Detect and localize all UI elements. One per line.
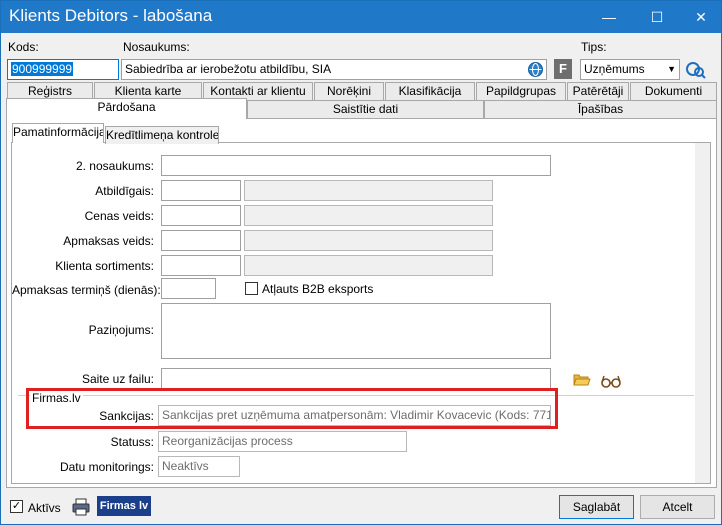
- globe-icon[interactable]: [528, 62, 543, 77]
- apmaksas-veids-name-field: [244, 230, 493, 251]
- nosaukums-input[interactable]: Sabiedrība ar ierobežotu atbildību, SIA: [121, 59, 547, 80]
- saite-input[interactable]: [161, 368, 551, 389]
- kods-label: Kods:: [8, 40, 39, 54]
- tab-pateretaji[interactable]: Patērētāji: [567, 82, 629, 100]
- tips-label: Tips:: [581, 40, 607, 54]
- klienta-sortiments-code-input[interactable]: [161, 255, 241, 276]
- subtab-content-panel: 2. nosaukums: Atbildīgais: Cenas veids: …: [11, 142, 711, 484]
- subtab-pamatinformacija[interactable]: Pamatinformācija: [12, 123, 104, 143]
- vertical-scrollbar[interactable]: [695, 143, 710, 483]
- save-button[interactable]: Saglabāt: [559, 495, 634, 519]
- dialog-window: Klients Debitors - labošana — ☐ ✕ Kods: …: [0, 0, 722, 525]
- atbildigais-code-input[interactable]: [161, 180, 241, 201]
- maximize-button[interactable]: ☐: [637, 1, 677, 33]
- tab-pardosana[interactable]: Pārdošana: [6, 98, 247, 119]
- tab-norekini[interactable]: Norēķini: [314, 82, 384, 100]
- tab-saistitie-dati[interactable]: Saistītie dati: [247, 100, 484, 118]
- klienta-sortiments-name-field: [244, 255, 493, 276]
- monitorings-field: Neaktīvs: [158, 456, 240, 477]
- firmas-lv-button[interactable]: Firmas lv: [97, 496, 151, 516]
- atbildigais-name-field: [244, 180, 493, 201]
- statuss-label: Statuss:: [110, 435, 154, 449]
- cancel-button[interactable]: Atcelt: [640, 495, 715, 519]
- pazinojums-textarea[interactable]: [161, 303, 551, 359]
- pazinojums-label: Paziņojums:: [88, 323, 154, 337]
- apmaksas-veids-code-input[interactable]: [161, 230, 241, 251]
- nosaukums-label: Nosaukums:: [123, 40, 190, 54]
- nosaukums-value: Sabiedrība ar ierobežotu atbildību, SIA: [125, 62, 332, 76]
- nosaukums2-label: 2. nosaukums:: [75, 159, 154, 173]
- close-button[interactable]: ✕: [681, 1, 721, 33]
- klienta-sortiments-label: Klienta sortiments:: [55, 259, 154, 273]
- nosaukums2-input[interactable]: [161, 155, 551, 176]
- apmaksas-veids-label: Apmaksas veids:: [63, 234, 154, 248]
- search-user-icon[interactable]: [685, 61, 707, 79]
- title-bar[interactable]: Klients Debitors - labošana — ☐ ✕: [1, 1, 721, 33]
- aktivs-checkbox[interactable]: ✓: [10, 500, 23, 513]
- b2b-export-checkbox[interactable]: [245, 282, 258, 295]
- cenas-veids-label: Cenas veids:: [84, 209, 154, 223]
- tab-klasifikacija[interactable]: Klasifikācija: [385, 82, 475, 100]
- kods-value: 900999999: [11, 62, 74, 76]
- kods-input[interactable]: 900999999: [7, 59, 119, 80]
- cenas-veids-name-field: [244, 205, 493, 226]
- tab-ipasibas[interactable]: Īpašības: [484, 100, 717, 118]
- monitorings-label: Datu monitorings:: [59, 460, 154, 474]
- apmaksas-termins-label: Apmaksas termiņš (dienās):: [12, 283, 161, 297]
- tips-value: Uzņēmums: [584, 62, 645, 76]
- window-title: Klients Debitors - labošana: [9, 6, 213, 25]
- minimize-button[interactable]: —: [589, 1, 629, 33]
- saite-label: Saite uz failu:: [81, 372, 154, 386]
- monitorings-value: Neaktīvs: [162, 459, 209, 473]
- f-button[interactable]: F: [554, 59, 572, 79]
- view-glasses-icon[interactable]: [600, 373, 622, 389]
- atbildigais-label: Atbildīgais:: [95, 184, 154, 198]
- statuss-value: Reorganizācijas process: [162, 434, 293, 448]
- highlight-box: [26, 388, 558, 429]
- tab-dokumenti[interactable]: Dokumenti: [630, 82, 717, 100]
- printer-icon[interactable]: [71, 497, 91, 517]
- b2b-export-label: Atļauts B2B eksports: [262, 282, 374, 296]
- statuss-field: Reorganizācijas process: [158, 431, 407, 452]
- chevron-down-icon: ▼: [667, 64, 676, 74]
- folder-open-icon[interactable]: [573, 373, 591, 387]
- tab-papildgrupas[interactable]: Papildgrupas: [476, 82, 566, 100]
- tips-select[interactable]: Uzņēmums ▼: [580, 59, 680, 80]
- aktivs-label: Aktīvs: [28, 501, 61, 515]
- cenas-veids-code-input[interactable]: [161, 205, 241, 226]
- subtab-kreditlimena-kontrole[interactable]: Kredītlimeņa kontrole: [105, 126, 219, 144]
- apmaksas-termins-input[interactable]: [161, 278, 216, 299]
